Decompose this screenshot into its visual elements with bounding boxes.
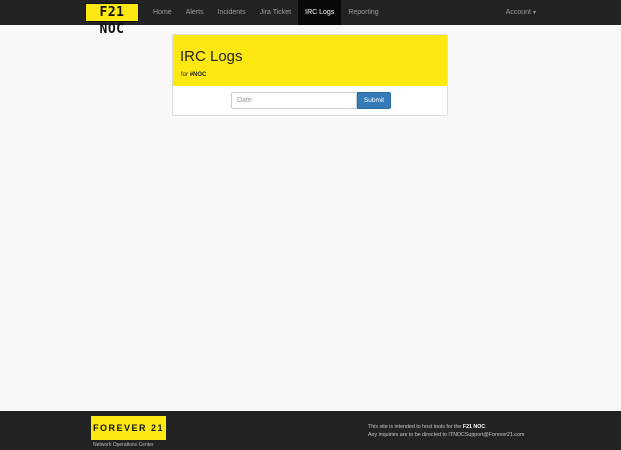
nav-item-home[interactable]: Home [146, 0, 179, 25]
panel-header: IRC Logs for #NOC [173, 35, 447, 86]
nav-item-incidents[interactable]: Incidents [211, 0, 253, 25]
page-footer: FOREVER 21 Network Operations Center [0, 411, 621, 450]
footer-tagline: Network Operations Center [93, 442, 154, 448]
page-title: IRC Logs [180, 48, 243, 65]
footer-line-2: Any inquiries are to be directed to ITNO… [368, 432, 525, 438]
brand-logo[interactable]: F21 NOC [85, 3, 139, 37]
irc-logs-panel: IRC Logs for #NOC Submit [172, 34, 448, 116]
forever21-logo: FOREVER 21 [91, 416, 166, 440]
account-label: Account [505, 9, 531, 16]
panel-subtitle: for #NOC [181, 71, 206, 79]
footer-line-1: This site is intended to host tools for … [368, 423, 524, 431]
channel-name: #NOC [189, 72, 207, 78]
footer-line-1-prefix: This site is intended to host tools for … [368, 424, 462, 430]
footer-line-1-suffix: . [485, 424, 487, 430]
top-navbar: F21 NOC Home Alerts Incidents Jira Ticke… [0, 0, 621, 37]
nav-item-alerts[interactable]: Alerts [179, 0, 211, 25]
account-menu[interactable]: Account ▾ [506, 0, 536, 25]
subtitle-prefix: for [181, 72, 189, 78]
nav-item-reporting[interactable]: Reporting [341, 0, 385, 25]
footer-line-1-bold: F21 NOC [462, 424, 486, 430]
submit-button[interactable]: Submit [357, 92, 391, 109]
date-input[interactable] [231, 92, 357, 109]
main-nav: Home Alerts Incidents Jira Ticket IRC Lo… [146, 0, 386, 25]
nav-item-jira-ticket[interactable]: Jira Ticket [253, 0, 299, 25]
caret-down-icon: ▾ [532, 10, 536, 16]
nav-item-irc-logs[interactable]: IRC Logs [298, 0, 342, 25]
footer-notice: This site is intended to host tools for … [368, 423, 524, 439]
